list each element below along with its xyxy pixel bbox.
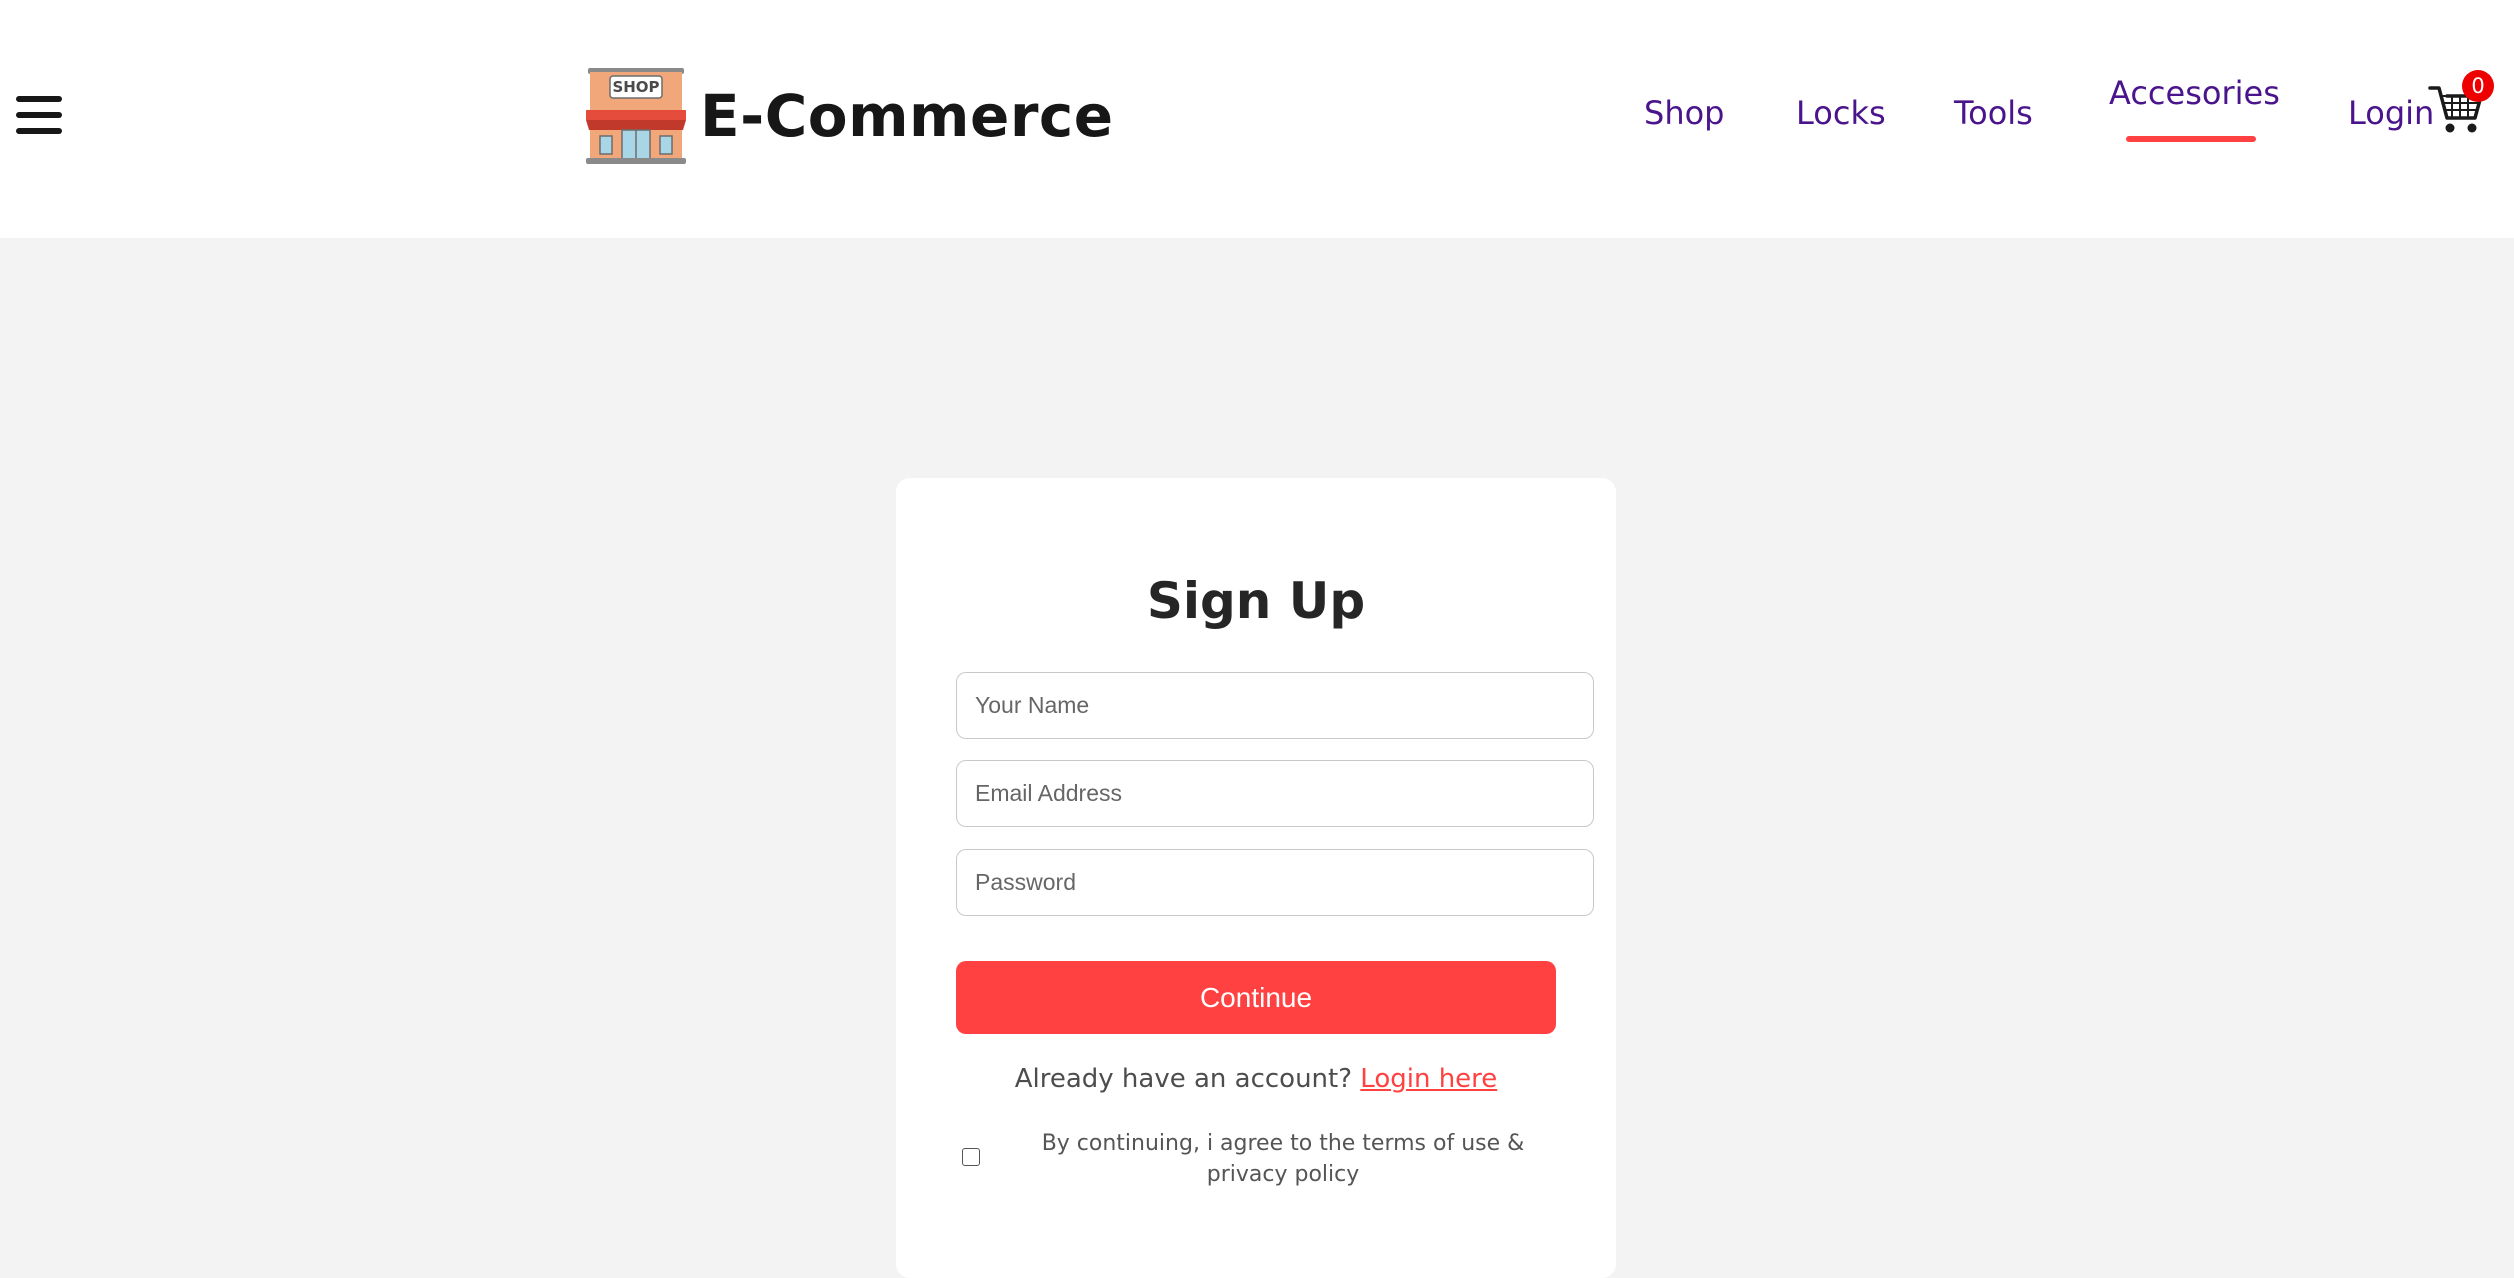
shop-storefront-icon: SHOP [586,68,686,164]
continue-button[interactable]: Continue [956,961,1556,1034]
login-link[interactable]: Login [2348,94,2434,132]
active-nav-indicator [2126,136,2256,142]
page-title: Sign Up [1146,572,1366,630]
login-here-link[interactable]: Login here [1360,1064,1497,1094]
hamburger-bar [16,128,62,134]
cart-count-badge: 0 [2462,70,2494,102]
svg-text:SHOP: SHOP [612,78,659,96]
nav-link-shop[interactable]: Shop [1644,94,1724,132]
email-field[interactable] [956,760,1594,827]
name-field[interactable] [956,672,1594,739]
nav-link-tools[interactable]: Tools [1954,94,2033,132]
brand-name: E-Commerce [700,82,1114,150]
have-account-text: Already have an account? [1014,1064,1353,1094]
hamburger-bar [16,96,62,102]
nav-link-locks[interactable]: Locks [1796,94,1886,132]
terms-text: By continuing, i agree to the terms of u… [1041,1131,1525,1187]
have-account-prompt: Already have an account? Login here [896,1064,1616,1094]
hamburger-bar [16,112,62,118]
hamburger-menu-icon[interactable] [16,96,62,136]
brand-logo[interactable]: SHOP E-Commerce [586,66,1114,166]
terms-checkbox[interactable] [962,1148,980,1166]
password-field[interactable] [956,849,1594,916]
navbar: SHOP E-Commerce Shop Locks Tools Accesor… [0,0,2514,238]
nav-link-accessories[interactable]: Accesories [2109,74,2280,112]
